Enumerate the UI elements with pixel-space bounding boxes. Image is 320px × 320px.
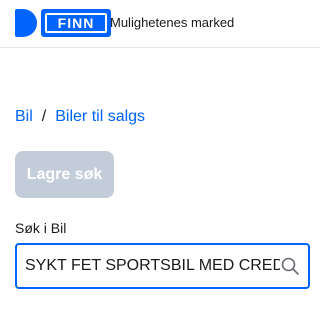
tagline: Mulighetenes marked — [110, 15, 235, 30]
breadcrumb-separator: / — [41, 108, 47, 125]
page: FINN Mulighetenes marked Bil / Biler til s… — [0, 0, 320, 320]
breadcrumb: Bil / Biler til salgs — [15, 108, 145, 126]
header: FINN Mulighetenes marked — [0, 0, 320, 48]
search-label: Søk i Bil — [15, 220, 67, 236]
logo-mark — [15, 9, 37, 37]
search-input[interactable]: SYKT FET SPORTSBIL MED CRED — [25, 245, 280, 287]
finn-logo[interactable]: FINN — [15, 9, 111, 37]
save-search-button[interactable]: Lagre søk — [15, 151, 114, 198]
breadcrumb-item-bil[interactable]: Bil — [15, 108, 33, 125]
search-box[interactable]: SYKT FET SPORTSBIL MED CRED — [15, 243, 310, 289]
breadcrumb-item-biler-til-salgs[interactable]: Biler til salgs — [55, 108, 145, 125]
logo-box: FINN — [41, 9, 111, 37]
logo-text: FINN — [45, 13, 107, 33]
search-icon[interactable] — [280, 256, 300, 276]
